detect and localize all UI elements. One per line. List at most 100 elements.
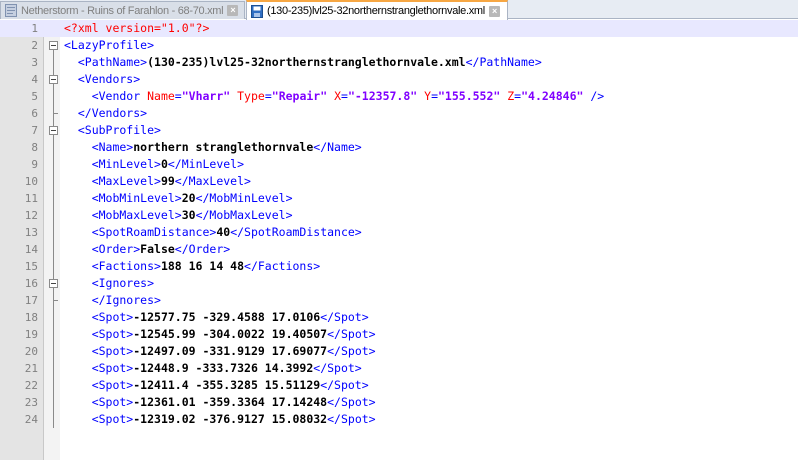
code-token: -12411.4 -355.3285 15.51129 [133,378,321,392]
code-token: <Vendors> [64,72,141,86]
code-line[interactable]: 12 <MobMaxLevel>30</MobMaxLevel> [0,207,798,224]
line-number: 21 [24,362,38,375]
line-number: 2 [31,39,38,52]
code-token: = [341,89,348,103]
code-line[interactable]: 6 </Vendors> [0,105,798,122]
code-line[interactable]: 2 <LazyProfile> [0,37,798,54]
fold-line [53,190,54,207]
code-line[interactable]: 7 <SubProfile> [0,122,798,139]
code-editor[interactable]: 1 <?xml version="1.0"?> 2 <LazyProfile> 3 <P… [0,20,798,460]
code-token: </Name> [313,140,362,154]
code-token: <SubProfile> [64,123,161,137]
code-line[interactable]: 8 <Name>northern stranglethornvale</Name… [0,139,798,156]
code-token: Type [230,89,265,103]
code-text: <MinLevel>0</MinLevel> [64,156,244,173]
code-text: <Name>northern stranglethornvale</Name> [64,139,362,156]
code-text: <SubProfile> [64,122,161,139]
code-line[interactable]: 21 <Spot>-12448.9 -333.7326 14.3992</Spo… [0,360,798,377]
fold-line [53,326,54,343]
code-token: <MobMinLevel> [64,191,182,205]
fold-line [53,394,54,411]
tab-netherstorm-file[interactable]: Netherstorm - Ruins of Farahlon - 68-70.… [0,1,245,19]
close-tab-icon[interactable]: × [488,5,500,17]
line-number: 9 [31,158,38,171]
code-line[interactable]: 19 <Spot>-12545.99 -304.0022 19.40507</S… [0,326,798,343]
code-line[interactable]: 20 <Spot>-12497.09 -331.9129 17.69077</S… [0,343,798,360]
code-token: "Vharr" [181,89,231,103]
code-token: </PathName> [465,55,542,69]
fold-line [53,54,54,71]
code-line[interactable]: 5 <Vendor Name="Vharr" Type="Repair" X="… [0,88,798,105]
line-number: 19 [24,328,38,341]
tab-stranglethorn-file[interactable]: (130-235)lvl25-32northernstranglethornva… [246,0,508,20]
line-number: 3 [31,56,38,69]
code-token: </Spot> [327,412,376,426]
fold-toggle-icon[interactable] [49,126,58,135]
code-token: -12545.99 -304.0022 19.40507 [133,327,328,341]
line-number: 4 [31,73,38,86]
code-text: <Factions>188 16 14 48</Factions> [64,258,321,275]
close-tab-icon[interactable]: × [227,5,239,16]
line-number: 14 [24,243,38,256]
code-line[interactable]: 22 <Spot>-12411.4 -355.3285 15.51129</Sp… [0,377,798,394]
code-token: </Spot> [327,327,376,341]
code-line[interactable]: 1 <?xml version="1.0"?> [0,20,798,37]
code-line[interactable]: 14 <Order>False</Order> [0,241,798,258]
code-token: = [174,89,182,103]
code-text: <Spot>-12545.99 -304.0022 19.40507</Spot… [64,326,376,343]
code-line[interactable]: 9 <MinLevel>0</MinLevel> [0,156,798,173]
code-token: -12577.75 -329.4588 17.0106 [133,310,321,324]
line-number: 8 [31,141,38,154]
code-text: </Vendors> [64,105,147,122]
code-token: <MinLevel> [64,157,161,171]
code-token: </Spot> [320,378,369,392]
code-token: <Spot> [64,361,134,375]
tab-bar: Netherstorm - Ruins of Farahlon - 68-70.… [0,0,798,20]
code-token: </Spot> [327,344,376,358]
fold-line [53,139,54,156]
code-token: </MobMinLevel> [195,191,293,205]
code-line[interactable]: 16 <Ignores> [0,275,798,292]
fold-end-marker [53,300,58,301]
code-token: </MobMaxLevel> [195,208,293,222]
code-token: <Ignores> [64,276,155,290]
line-number: 10 [24,175,38,188]
code-token: <MaxLevel> [64,174,161,188]
code-token: 40 [216,225,231,239]
fold-line [53,224,54,241]
code-text: <SpotRoamDistance>40</SpotRoamDistance> [64,224,362,241]
fold-toggle-icon[interactable] [49,75,58,84]
code-token: <Spot> [64,378,134,392]
line-number: 20 [24,345,38,358]
code-token: <Spot> [64,344,134,358]
code-line[interactable]: 11 <MobMinLevel>20</MobMinLevel> [0,190,798,207]
code-line[interactable]: 13 <SpotRoamDistance>40</SpotRoamDistanc… [0,224,798,241]
fold-line [53,207,54,224]
fold-line [53,343,54,360]
code-line[interactable]: 23 <Spot>-12361.01 -359.3364 17.14248</S… [0,394,798,411]
fold-toggle-icon[interactable] [49,41,58,50]
code-text: <Spot>-12319.02 -376.9127 15.08032</Spot… [64,411,376,428]
code-token: 30 [181,208,196,222]
code-line[interactable]: 10 <MaxLevel>99</MaxLevel> [0,173,798,190]
code-token: 188 16 14 48 [160,259,245,273]
code-line[interactable]: 18 <Spot>-12577.75 -329.4588 17.0106</Sp… [0,309,798,326]
code-line[interactable]: 17 </Ignores> [0,292,798,309]
code-line[interactable]: 4 <Vendors> [0,71,798,88]
fold-end-marker [53,113,58,114]
code-text: <MaxLevel>99</MaxLevel> [64,173,251,190]
code-token: /> [583,89,605,103]
code-line[interactable]: 15 <Factions>188 16 14 48</Factions> [0,258,798,275]
tab-label: (130-235)lvl25-32northernstranglethornva… [267,5,485,17]
fold-line [53,241,54,258]
line-number: 22 [24,379,38,392]
fold-toggle-icon[interactable] [49,279,58,288]
code-line[interactable]: 3 <PathName>(130-235)lvl25-32northernstr… [0,54,798,71]
line-number: 7 [31,124,38,137]
code-line[interactable]: 24 <Spot>-12319.02 -376.9127 15.08032</S… [0,411,798,428]
line-number: 24 [24,413,38,426]
code-token: -12448.9 -333.7326 14.3992 [133,361,314,375]
code-token: <Vendor [64,89,148,103]
code-token: (130-235)lvl25-32northernstranglethornva… [147,55,466,69]
code-text: <Ignores> [64,275,154,292]
